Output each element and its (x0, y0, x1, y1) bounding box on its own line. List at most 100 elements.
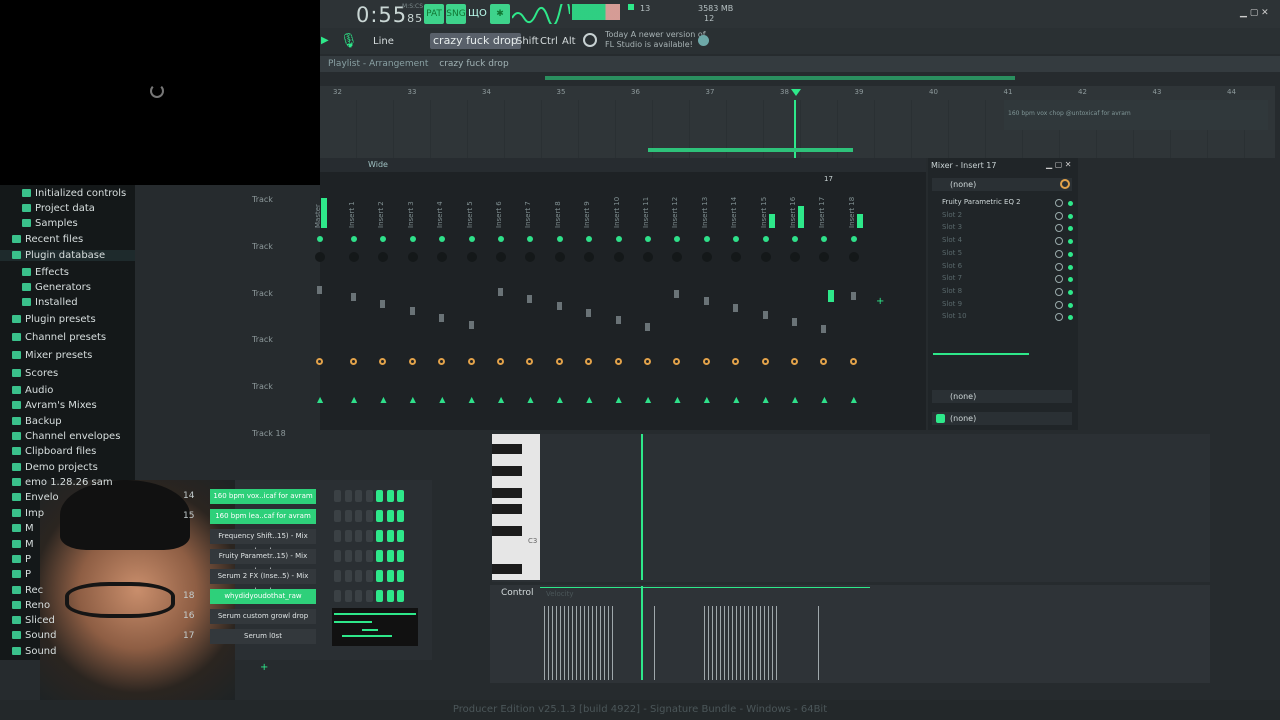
window-controls[interactable]: ▁ ▢ ✕ (1240, 8, 1269, 18)
velocity-bar[interactable] (744, 606, 745, 680)
velocity-bar[interactable] (748, 606, 749, 680)
slot-mix-knob[interactable] (1055, 199, 1063, 207)
step-pad[interactable] (365, 590, 373, 602)
slot-mix-knob[interactable] (1055, 249, 1063, 258)
velocity-bar[interactable] (548, 606, 549, 680)
pan-knob[interactable] (526, 358, 534, 365)
route-arrow-icon[interactable]: ▲ (645, 395, 651, 404)
mute-led-icon[interactable] (498, 236, 504, 242)
volume-fader[interactable] (645, 323, 650, 331)
volume-fader[interactable] (792, 318, 797, 326)
mixer-strip[interactable]: Insert 18 ▲ (840, 190, 868, 416)
mixer-strip[interactable]: Insert 10 ▲ (605, 190, 633, 416)
route-arrow-icon[interactable]: ▲ (851, 395, 857, 404)
velocity-bar[interactable] (772, 606, 773, 680)
shift-button[interactable]: Shift (516, 36, 539, 47)
mixer-strip[interactable]: Insert 8 ▲ (546, 190, 574, 416)
volume-fader[interactable] (821, 325, 827, 333)
playhead-marker[interactable] (791, 89, 801, 96)
step-pad[interactable] (355, 550, 362, 562)
mute-led-icon[interactable] (351, 236, 357, 242)
mute-led-icon[interactable] (674, 236, 681, 242)
song-mode-button[interactable]: SNG (446, 4, 466, 24)
stereo-knob[interactable] (466, 252, 477, 262)
news-text[interactable]: Today A newer version of FL Studio is ava… (605, 30, 706, 50)
route-arrow-icon[interactable]: ▲ (763, 395, 769, 404)
step-pad[interactable] (344, 570, 352, 582)
step-pad[interactable] (355, 490, 362, 502)
channel-button[interactable]: 160 bpm lea..caf for avram (210, 509, 316, 524)
browser-item[interactable]: M (12, 523, 34, 534)
step-pad[interactable] (376, 570, 383, 582)
browser-item[interactable]: Initialized controls (22, 188, 126, 199)
step-pad[interactable] (344, 550, 352, 562)
output-select[interactable]: (none) (932, 412, 1072, 425)
step-pad[interactable] (344, 490, 352, 502)
volume-fader[interactable] (703, 297, 709, 305)
velocity-bar[interactable] (596, 606, 597, 680)
step-pad[interactable] (334, 510, 341, 522)
velocity-bar[interactable] (544, 606, 545, 680)
browser-item[interactable]: Sound (12, 630, 57, 641)
velocity-bar[interactable] (728, 606, 729, 680)
mixer-strip[interactable]: Insert 14 ▲ (722, 190, 750, 416)
velocity-bar[interactable] (732, 606, 733, 680)
alt-button[interactable]: Alt (562, 36, 576, 47)
insert-slot[interactable]: Slot 9 (936, 300, 962, 308)
insert-volume-bar[interactable] (933, 353, 1029, 355)
black-key[interactable] (492, 504, 522, 514)
step-pad[interactable] (334, 570, 341, 582)
step-pad[interactable] (344, 530, 352, 542)
piano-roll[interactable] (492, 434, 1210, 582)
volume-fader[interactable] (733, 304, 739, 312)
slot-enable-led-icon[interactable] (1068, 251, 1073, 257)
slot-mix-knob[interactable] (1055, 211, 1063, 220)
pattern-clip[interactable] (648, 148, 853, 152)
browser-item[interactable]: Clipboard files (12, 446, 96, 457)
velocity-bar[interactable] (572, 606, 573, 680)
velocity-bar[interactable] (608, 606, 609, 680)
browser-item[interactable]: M (12, 539, 34, 550)
pattern-mode-button[interactable]: PAT (424, 4, 444, 24)
insert-slot[interactable]: Fruity Parametric EQ 2 (936, 198, 1021, 206)
velocity-bar[interactable] (592, 606, 593, 680)
mixer-strip[interactable]: Insert 13 ▲ (693, 190, 721, 416)
master-pitch-icon[interactable] (628, 4, 634, 10)
mixer-strip[interactable]: Insert 11 ▲ (634, 190, 662, 416)
browser-item[interactable]: Mixer presets (12, 350, 92, 361)
step-pad[interactable] (365, 510, 373, 522)
velocity-bar[interactable] (716, 606, 717, 680)
channel-button[interactable]: Serum 2 FX (Inse..5) - Mix level (210, 569, 316, 595)
route-arrow-icon[interactable]: ▲ (616, 395, 622, 404)
channel-button[interactable]: Frequency Shift..15) - Mix level (210, 529, 316, 555)
globe-icon[interactable] (698, 35, 709, 46)
mixer-strip[interactable]: Insert 3 ▲ (399, 190, 427, 416)
volume-fader[interactable] (556, 302, 562, 310)
velocity-bar[interactable] (588, 606, 589, 680)
step-pad[interactable] (386, 550, 394, 562)
route-arrow-icon[interactable]: ▲ (586, 395, 592, 404)
velocity-bar[interactable] (776, 606, 777, 680)
pan-knob[interactable] (408, 358, 416, 365)
velocity-bar[interactable] (580, 606, 581, 680)
velocity-bar[interactable] (604, 606, 605, 680)
pan-knob[interactable] (673, 358, 681, 365)
pan-knob[interactable] (791, 358, 798, 365)
mixer-strip[interactable]: Insert 16 ▲ (781, 190, 809, 416)
mixer-strip[interactable]: Master ▲ (306, 190, 334, 416)
step-pad[interactable] (334, 490, 341, 502)
mute-led-icon[interactable] (556, 236, 563, 242)
step-pad[interactable] (397, 530, 404, 542)
insert-slot[interactable]: Slot 8 (936, 287, 962, 295)
mixer-strip[interactable]: Insert 5 ▲ (458, 190, 486, 416)
velocity-bar[interactable] (818, 606, 819, 680)
black-key[interactable] (492, 526, 522, 536)
browser-item[interactable]: Plugin presets (12, 314, 96, 325)
step-pad[interactable] (397, 510, 404, 522)
mixer-strip[interactable]: Insert 7 ▲ (516, 190, 544, 416)
route-arrow-icon[interactable]: ▲ (380, 395, 386, 404)
velocity-bar[interactable] (552, 606, 553, 680)
velocity-bar[interactable] (568, 606, 569, 680)
mixer-strip[interactable]: Insert 12 ▲ (663, 190, 691, 416)
insert-slot[interactable]: Slot 2 (936, 211, 962, 219)
